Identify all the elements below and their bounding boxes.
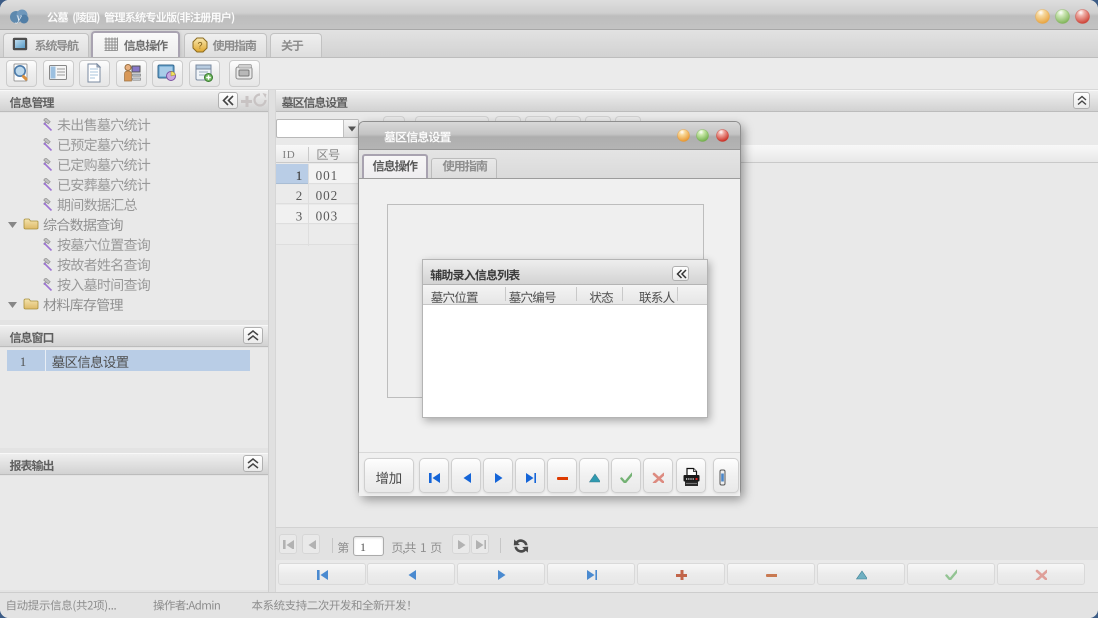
svg-text:?: ? [197, 40, 202, 50]
svg-text:y: y [15, 10, 22, 24]
